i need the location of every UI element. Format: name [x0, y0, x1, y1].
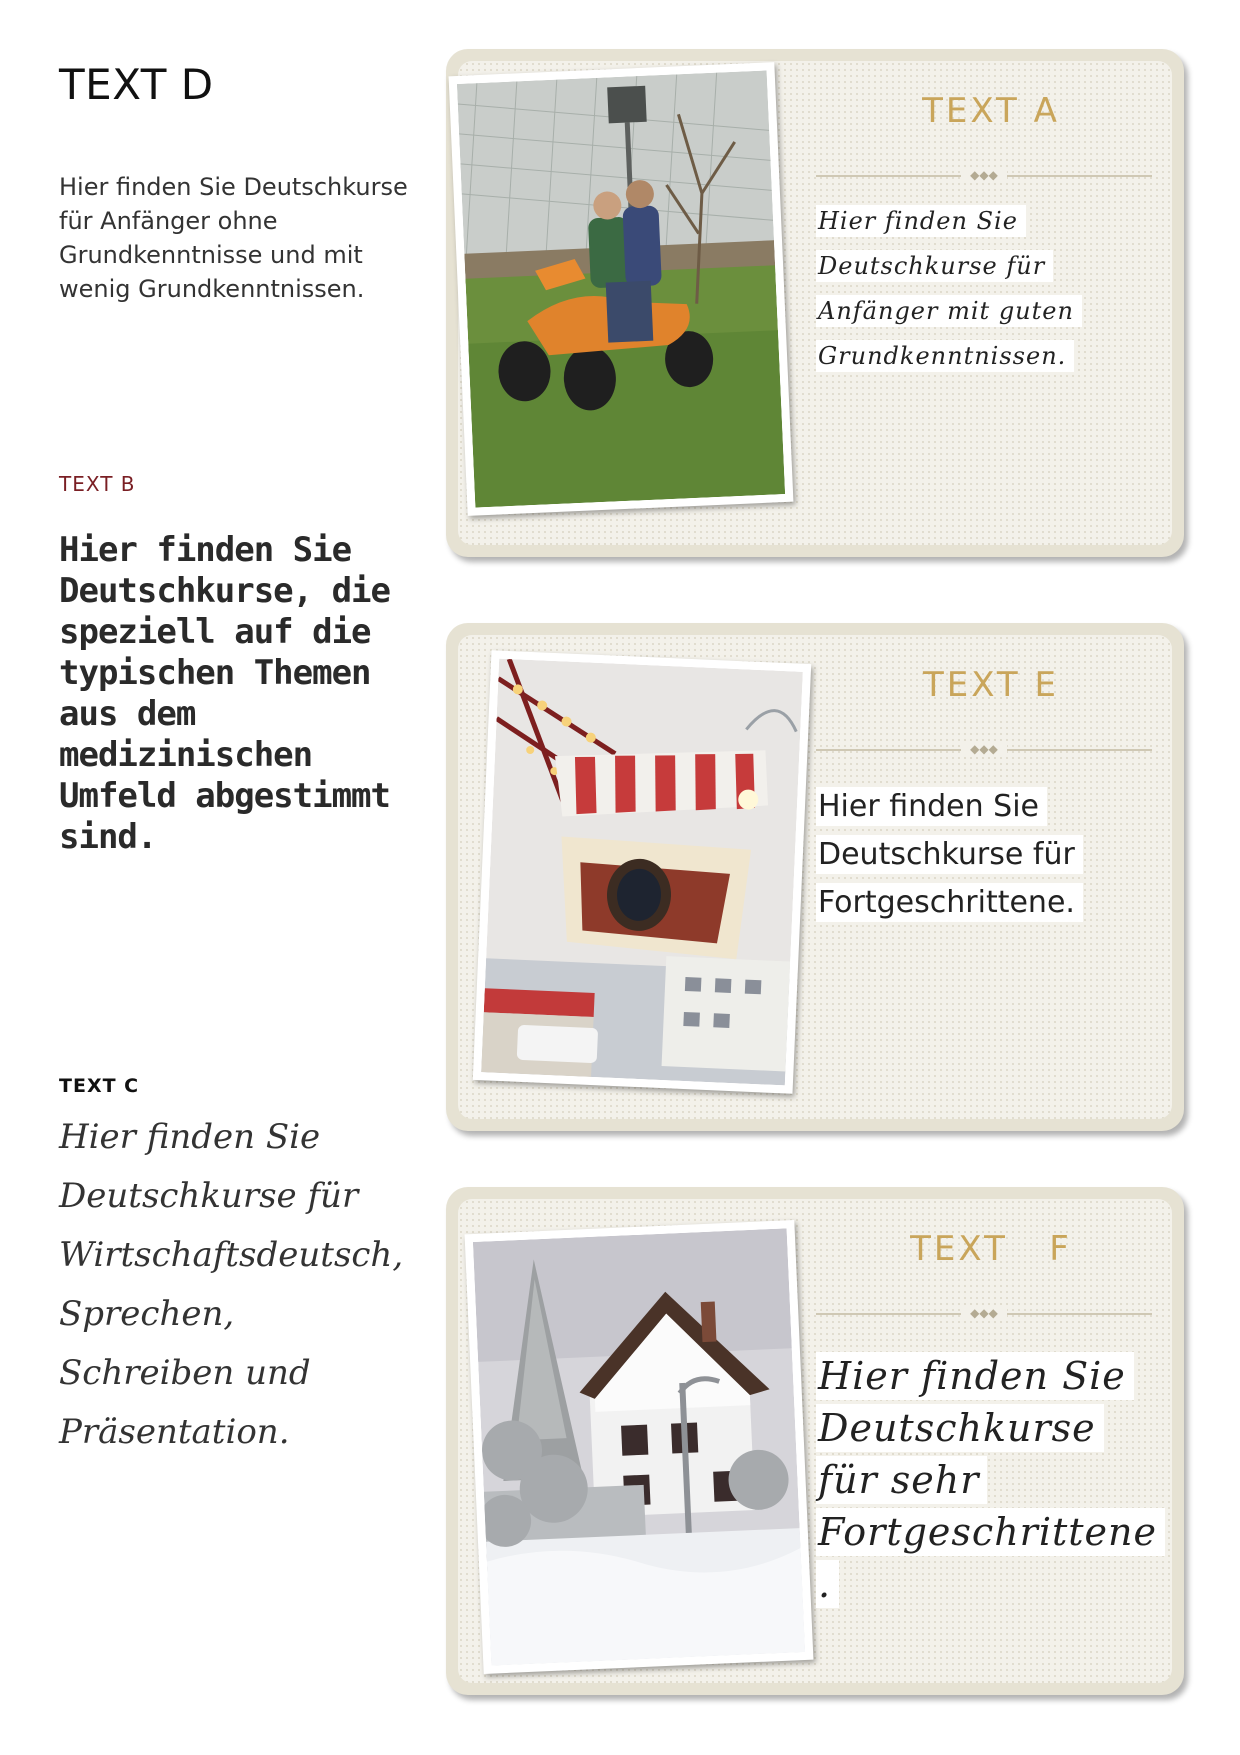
photo-frame — [472, 650, 812, 1094]
card-divider: ◆◆◆ — [816, 743, 1152, 755]
card-divider: ◆◆◆ — [816, 1307, 1152, 1319]
photo-frame — [464, 1220, 814, 1674]
card-title: TEXT A — [922, 91, 1060, 131]
card-body: Hier finden Sie Deutschkurse für Fortges… — [816, 783, 1146, 927]
text-c-body: Hier finden Sie Deutschkurse für Wirtsch… — [59, 1117, 404, 1452]
text-b-label: TEXT B — [59, 472, 136, 496]
card-title: TEXT F — [910, 1229, 1072, 1269]
card-body-text: Hier finden Sie Deutschkurse für Anfänge… — [816, 205, 1082, 372]
card-text-a: TEXT A ◆◆◆ Hier finden Sie Deutschkurse … — [446, 49, 1184, 557]
text-d-title: TEXT D — [59, 60, 214, 109]
photo-frame — [448, 62, 794, 516]
quad-bike-photo — [456, 70, 786, 508]
card-text-e: TEXT E ◆◆◆ Hier finden Sie Deutschkurse … — [446, 623, 1184, 1131]
divider-ornament-icon: ◆◆◆ — [961, 743, 1007, 755]
card-body-text: Hier finden Sie Deutschkurse für Fortges… — [816, 787, 1083, 922]
snowy-house-photo-svg — [472, 1228, 806, 1666]
divider-ornament-icon: ◆◆◆ — [961, 1307, 1007, 1319]
divider-ornament-icon: ◆◆◆ — [961, 169, 1007, 181]
ferris-wheel-photo-svg — [481, 658, 803, 1086]
quad-bike-photo-svg — [456, 70, 786, 508]
card-body: Hier finden Sie Deutschkurse für sehr Fo… — [816, 1350, 1165, 1610]
card-body-text: Hier finden Sie Deutschkurse für sehr Fo… — [816, 1352, 1165, 1608]
card-title: TEXT E — [922, 665, 1059, 705]
ferris-wheel-photo — [481, 658, 803, 1086]
text-c-label: TEXT C — [59, 1075, 140, 1097]
card-divider: ◆◆◆ — [816, 169, 1152, 181]
text-b-body: Hier finden Sie Deutschkurse, die spezie… — [59, 530, 391, 857]
card-text-f: TEXT F ◆◆◆ Hier finden Sie Deutschkurse … — [446, 1187, 1184, 1695]
snowy-house-photo — [472, 1228, 806, 1666]
text-d-body: Hier finden Sie Deutschkurse für Anfänge… — [59, 173, 408, 303]
card-body: Hier finden Sie Deutschkurse für Anfänge… — [816, 199, 1146, 379]
